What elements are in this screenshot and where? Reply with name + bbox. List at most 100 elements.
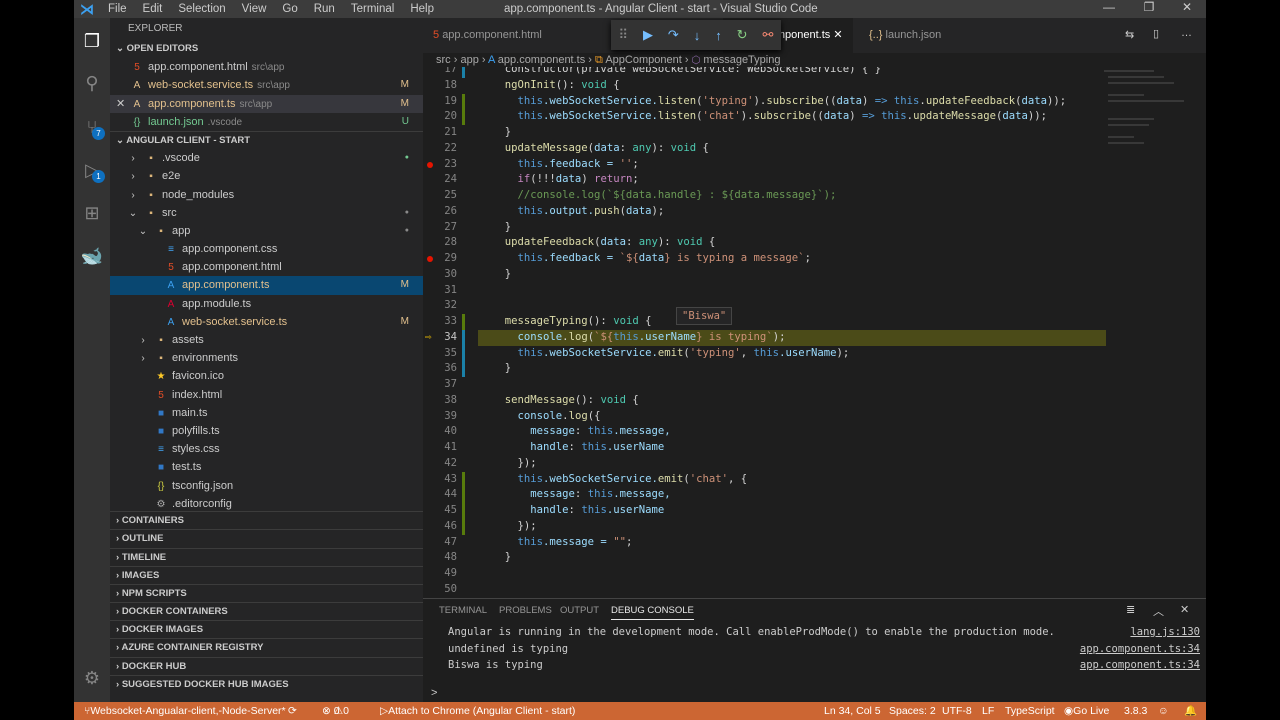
more-actions-icon[interactable]: …	[1181, 27, 1192, 39]
explorer-icon[interactable]: ❐	[74, 26, 110, 56]
breakpoint-icon[interactable]	[427, 161, 433, 168]
project-section[interactable]: ⌄ ANGULAR CLIENT - START	[110, 130, 423, 149]
tree-item[interactable]: ⌄ ▪ src ●	[110, 204, 423, 222]
console-prompt[interactable]: >	[431, 687, 437, 699]
settings-gear-icon[interactable]: ⚙	[74, 663, 110, 693]
tree-item[interactable]: › ▪ assets	[110, 331, 423, 349]
menu-run[interactable]: Run	[306, 3, 343, 15]
breakpoint-icon[interactable]	[427, 256, 433, 262]
section-docker-hub[interactable]: › DOCKER HUB	[110, 656, 423, 675]
tab-terminal[interactable]: TERMINAL	[439, 605, 487, 616]
problems-status[interactable]: ⊗ 0 ⚠ 0	[322, 702, 349, 720]
tree-item[interactable]: ≡ app.component.css	[110, 240, 423, 258]
extensions-icon[interactable]: ⊞	[74, 198, 110, 228]
tab-app-component-html[interactable]: 5 app.component.html	[423, 18, 552, 53]
go-live-button[interactable]: ◉ Go Live	[1064, 702, 1109, 720]
step-over-icon[interactable]: ↷	[668, 27, 679, 43]
disconnect-icon[interactable]: ⚯	[763, 27, 774, 43]
close-window-button[interactable]: ✕	[1170, 0, 1204, 14]
search-icon[interactable]: ⚲	[74, 68, 110, 98]
section-outline[interactable]: › OUTLINE	[110, 529, 423, 547]
tree-item[interactable]: Aapp.component.ts M	[110, 276, 423, 295]
compare-icon[interactable]: ⇆	[1125, 28, 1134, 41]
debug-status[interactable]: ▷ Attach to Chrome (Angular Client - sta…	[380, 702, 575, 720]
tree-item[interactable]: ■ main.ts	[110, 404, 423, 422]
section-azure-container-registry[interactable]: › AZURE CONTAINER REGISTRY	[110, 638, 423, 656]
notifications-icon[interactable]: 🔔	[1184, 702, 1197, 720]
run-debug-icon[interactable]: ▷ 1	[74, 155, 110, 185]
tree-item[interactable]: 5 app.component.html	[110, 258, 423, 276]
tree-item[interactable]: › ▪ e2e	[110, 167, 423, 185]
restart-icon[interactable]: ↻	[737, 27, 748, 43]
branch-status[interactable]: ⑂ Websocket-Angualar-client,-Node-Server…	[84, 702, 286, 720]
minimize-button[interactable]: —	[1092, 0, 1126, 14]
tab-launch-json[interactable]: {..} launch.json	[859, 18, 951, 53]
split-editor-icon[interactable]: ▯	[1153, 27, 1159, 40]
maximize-panel-icon[interactable]: ︿	[1153, 603, 1164, 619]
section-suggested-docker-hub-images[interactable]: › SUGGESTED DOCKER HUB IMAGES	[110, 674, 423, 693]
menu-selection[interactable]: Selection	[170, 3, 233, 15]
drag-handle-icon[interactable]: ⠿	[618, 27, 628, 43]
tree-item[interactable]: {} tsconfig.json	[110, 477, 423, 495]
menu-edit[interactable]: Edit	[135, 3, 171, 15]
tree-item[interactable]: ⚙ .editorconfig	[110, 495, 423, 511]
source-control-icon[interactable]: ⑂ 7	[74, 112, 110, 142]
tree-item[interactable]: 5 index.html	[110, 386, 423, 404]
code-editor[interactable]: 17 constructor(private webSocketService:…	[423, 67, 1206, 594]
section-containers[interactable]: › CONTAINERS	[110, 511, 423, 529]
section-docker-containers[interactable]: › DOCKER CONTAINERS	[110, 602, 423, 620]
crumb-app[interactable]: app	[460, 54, 478, 66]
crumb-method[interactable]: messageTyping	[703, 54, 780, 66]
eol[interactable]: LF	[982, 702, 994, 720]
minimap[interactable]	[1104, 67, 1194, 157]
tree-item[interactable]: ■ polyfills.ts	[110, 422, 423, 440]
menu-terminal[interactable]: Terminal	[343, 3, 402, 15]
maximize-button[interactable]: ❐	[1132, 0, 1166, 14]
menu-help[interactable]: Help	[402, 3, 442, 15]
ts-version[interactable]: 3.8.3	[1124, 702, 1147, 720]
tab-problems[interactable]: PROBLEMS	[499, 605, 552, 616]
tree-item[interactable]: ■ test.ts	[110, 458, 423, 476]
tree-item[interactable]: › ▪ .vscode ●	[110, 149, 423, 167]
tree-item[interactable]: Aweb-socket.service.ts M	[110, 313, 423, 331]
feedback-icon[interactable]: ☺	[1158, 702, 1169, 720]
filter-icon[interactable]: ≣	[1126, 603, 1135, 616]
docker-icon[interactable]: 🐋	[74, 241, 110, 271]
close-tab-icon[interactable]: ✕	[833, 29, 842, 41]
section-npm-scripts[interactable]: › NPM SCRIPTS	[110, 583, 423, 602]
tree-item[interactable]: Aapp.module.ts	[110, 295, 423, 313]
step-out-icon[interactable]: ↑	[715, 28, 722, 43]
tree-item[interactable]: ★ favicon.ico	[110, 367, 423, 385]
open-editor-item[interactable]: ✕ Aapp.component.ts src\app M	[110, 94, 423, 113]
section-docker-images[interactable]: › DOCKER IMAGES	[110, 620, 423, 638]
crumb-class[interactable]: AppComponent	[605, 54, 681, 66]
close-panel-icon[interactable]: ✕	[1180, 603, 1189, 616]
open-editor-item[interactable]: 5 app.component.html src\app	[110, 58, 423, 76]
tab-output[interactable]: OUTPUT	[560, 605, 599, 616]
menu-file[interactable]: File	[100, 3, 135, 15]
tree-item[interactable]: ⌄ ▪ app ●	[110, 222, 423, 240]
language-mode[interactable]: TypeScript	[1005, 702, 1055, 720]
step-into-icon[interactable]: ↓	[694, 28, 701, 43]
section-timeline[interactable]: › TIMELINE	[110, 547, 423, 566]
close-editor-icon[interactable]: ✕	[116, 95, 125, 113]
tab-debug-console[interactable]: DEBUG CONSOLE	[611, 605, 694, 620]
crumb-file[interactable]: app.component.ts	[498, 54, 585, 66]
sync-icon[interactable]: ⟳	[288, 702, 297, 720]
menu-go[interactable]: Go	[274, 3, 305, 15]
tree-item[interactable]: › ▪ environments	[110, 349, 423, 367]
console-source-link[interactable]: app.component.ts:34	[1080, 659, 1200, 671]
menu-view[interactable]: View	[234, 3, 275, 15]
tree-item[interactable]: ≡ styles.css	[110, 440, 423, 458]
open-editor-item[interactable]: Aweb-socket.service.ts src\app M	[110, 76, 423, 94]
open-editor-item[interactable]: {} launch.json .vscode U	[110, 113, 423, 131]
tree-item[interactable]: › ▪ node_modules	[110, 186, 423, 204]
section-images[interactable]: › IMAGES	[110, 565, 423, 584]
open-editors-section[interactable]: ⌄ OPEN EDITORS	[110, 40, 423, 58]
crumb-src[interactable]: src	[436, 54, 451, 66]
encoding[interactable]: UTF-8	[942, 702, 972, 720]
cursor-position[interactable]: Ln 34, Col 5	[824, 702, 881, 720]
indentation[interactable]: Spaces: 2	[889, 702, 936, 720]
console-source-link[interactable]: lang.js:130	[1130, 626, 1200, 638]
continue-icon[interactable]: ▶	[643, 27, 653, 43]
